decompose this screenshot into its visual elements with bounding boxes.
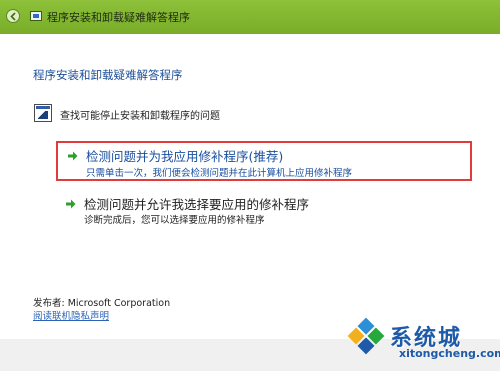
back-button[interactable]	[6, 9, 20, 23]
window-title: 程序安装和卸载疑难解答程序	[47, 11, 190, 24]
option-subtitle: 只需单击一次，我们便会检测问题并在此计算机上应用修补程序	[86, 168, 353, 179]
option-select-repairs[interactable]: 检测问题并允许我选择要应用的修补程序 诊断完成后，您可以选择要应用的修补程序	[56, 193, 472, 227]
watermark-logo-icon	[347, 317, 385, 355]
publisher-text: 发布者: Microsoft Corporation	[33, 298, 171, 309]
option-title: 检测问题并允许我选择要应用的修补程序	[84, 197, 310, 212]
troubleshooter-icon	[30, 11, 42, 21]
title-bar: 程序安装和卸载疑难解答程序	[0, 0, 500, 34]
privacy-statement-link[interactable]: 阅读联机隐私声明	[33, 308, 109, 322]
back-arrow-icon	[10, 12, 16, 21]
option-subtitle: 诊断完成后，您可以选择要应用的修补程序	[84, 215, 265, 226]
option-apply-repairs-automatically[interactable]: 检测问题并为我应用修补程序(推荐) 只需单击一次，我们便会检测问题并在此计算机上…	[56, 141, 472, 181]
program-window-icon	[34, 104, 52, 122]
green-arrow-icon	[66, 199, 76, 209]
green-arrow-icon	[68, 151, 78, 161]
page-heading: 程序安装和卸载疑难解答程序	[33, 68, 183, 82]
watermark-url: xitongcheng.com	[399, 347, 500, 360]
description-text: 查找可能停止安装和卸载程序的问题	[60, 111, 220, 122]
option-title: 检测问题并为我应用修补程序(推荐)	[86, 149, 284, 164]
